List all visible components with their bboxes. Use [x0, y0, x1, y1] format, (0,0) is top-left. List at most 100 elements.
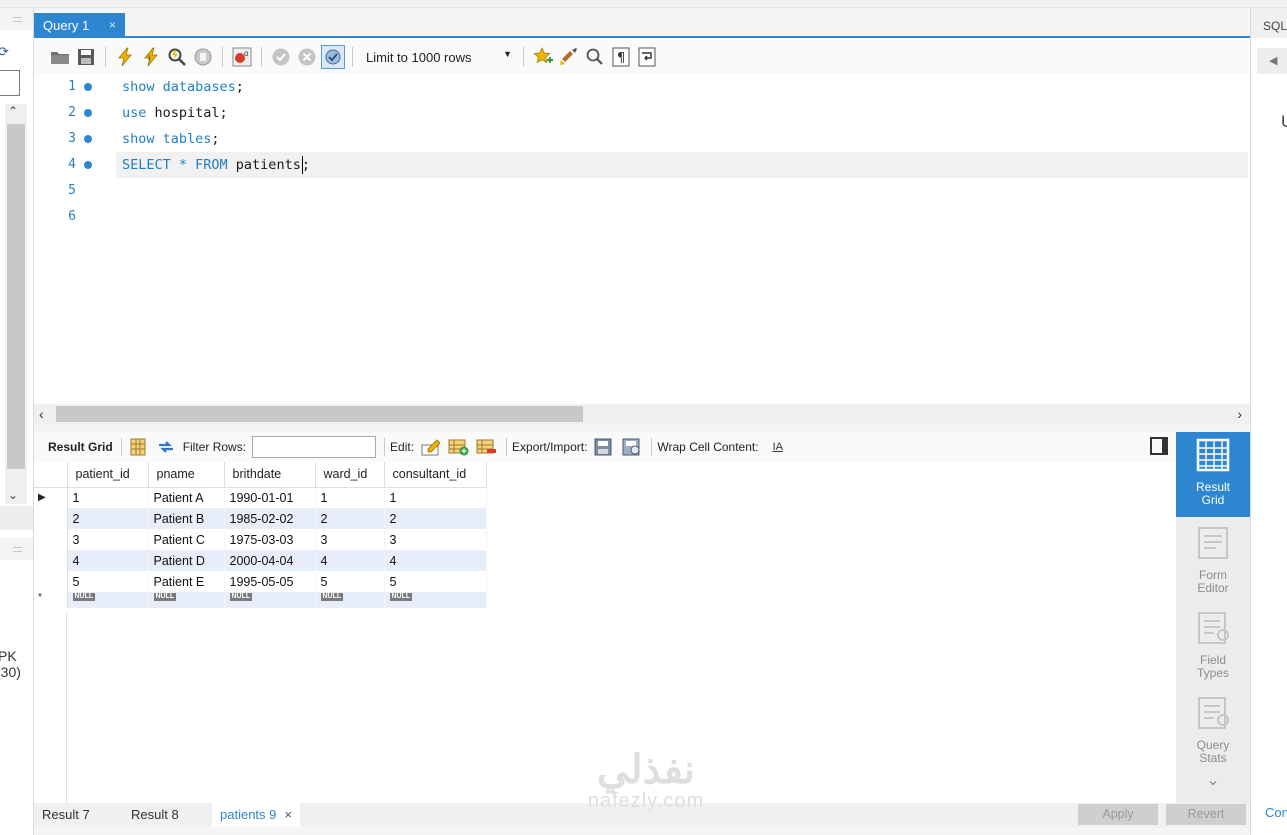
- left-scroll-thumb[interactable]: [7, 124, 25, 469]
- editor-horizontal-scrollbar[interactable]: ‹ ›: [34, 404, 1250, 424]
- autocommit-toggle-icon[interactable]: [321, 45, 345, 69]
- side-field-types-button[interactable]: Field Types: [1176, 607, 1250, 687]
- commit-check-icon[interactable]: [269, 45, 293, 69]
- chevron-up-icon[interactable]: ⌃: [8, 104, 18, 118]
- delete-row-icon[interactable]: [476, 436, 498, 458]
- table-row[interactable]: 2 Patient B 1985-02-02 2 2: [34, 508, 487, 529]
- table-cell[interactable]: 2000-04-04: [224, 550, 316, 571]
- revert-button[interactable]: Revert: [1166, 804, 1246, 825]
- table-cell[interactable]: NULL: [148, 592, 225, 608]
- editor-line[interactable]: 1 show databases;: [34, 74, 1250, 100]
- wrap-cell-toggle-icon[interactable]: IA: [773, 441, 783, 453]
- table-cell[interactable]: Patient A: [148, 487, 225, 508]
- tab-patients-9[interactable]: patients 9 ×: [212, 803, 300, 827]
- table-cell[interactable]: 3: [384, 529, 487, 550]
- tab-query-1[interactable]: Query 1 ×: [34, 13, 125, 38]
- toggle-side-panel-icon[interactable]: [1150, 437, 1168, 455]
- new-row[interactable]: * NULL NULL NULL NULL NULL: [34, 592, 487, 608]
- apply-button[interactable]: Apply: [1078, 804, 1158, 825]
- table-cell[interactable]: 2: [67, 508, 149, 529]
- left-search-input[interactable]: [0, 70, 20, 96]
- table-row[interactable]: 4 Patient D 2000-04-04 4 4: [34, 550, 487, 571]
- editor-line-active[interactable]: 4 SELECT * FROM patients;: [34, 152, 1250, 178]
- scroll-thumb[interactable]: [56, 406, 583, 422]
- sql-editor[interactable]: 1 show databases; 2 use hospital; 3 show…: [34, 74, 1250, 404]
- table-cell[interactable]: 2: [384, 508, 487, 529]
- table-cell[interactable]: 5: [67, 571, 149, 592]
- editor-line[interactable]: 5: [34, 178, 1250, 204]
- table-cell[interactable]: 2: [315, 508, 385, 529]
- table-cell[interactable]: Patient D: [148, 550, 225, 571]
- table-cell[interactable]: 4: [315, 550, 385, 571]
- limit-rows-select[interactable]: Limit to 1000 rows ▼: [360, 46, 516, 68]
- chevron-down-icon[interactable]: ⌄: [8, 488, 18, 502]
- table-cell[interactable]: NULL: [315, 592, 385, 608]
- find-magnifier-icon[interactable]: [583, 45, 607, 69]
- table-cell[interactable]: 1995-05-05: [224, 571, 316, 592]
- explain-magnifier-icon[interactable]: [165, 45, 189, 69]
- filter-rows-input[interactable]: [252, 436, 377, 458]
- save-icon[interactable]: [74, 45, 98, 69]
- toggle-error-icon[interactable]: o: [230, 45, 254, 69]
- table-cell[interactable]: 4: [67, 550, 149, 571]
- table-row[interactable]: ▶ 1 Patient A 1990-01-01 1 1: [34, 487, 487, 508]
- grid-layout-icon[interactable]: [127, 436, 149, 458]
- insert-row-icon[interactable]: [448, 436, 470, 458]
- export-icon[interactable]: [593, 436, 615, 458]
- editor-line[interactable]: 2 use hospital;: [34, 100, 1250, 126]
- table-row[interactable]: 5 Patient E 1995-05-05 5 5: [34, 571, 487, 592]
- table-cell[interactable]: 4: [384, 550, 487, 571]
- right-panel-nav-back-icon[interactable]: ◀: [1257, 48, 1287, 74]
- scroll-left-icon[interactable]: ‹: [39, 404, 44, 424]
- column-header[interactable]: ward_id: [315, 462, 385, 488]
- table-cell[interactable]: 3: [315, 529, 385, 550]
- table-cell[interactable]: 5: [384, 571, 487, 592]
- editor-line[interactable]: 6: [34, 204, 1250, 230]
- table-cell[interactable]: Patient B: [148, 508, 225, 529]
- table-cell[interactable]: 1990-01-01: [224, 487, 316, 508]
- table-cell[interactable]: NULL: [384, 592, 487, 608]
- import-icon[interactable]: [621, 436, 643, 458]
- table-cell[interactable]: NULL: [224, 592, 316, 608]
- table-cell[interactable]: 1975-03-03: [224, 529, 316, 550]
- panel-grip[interactable]: ::::::: [0, 8, 33, 30]
- column-header[interactable]: pname: [148, 462, 225, 488]
- invisible-chars-icon[interactable]: ¶: [609, 45, 633, 69]
- right-panel-header[interactable]: SQL: [1251, 8, 1287, 38]
- table-row[interactable]: 3 Patient C 1975-03-03 3 3: [34, 529, 487, 550]
- column-header[interactable]: consultant_id: [384, 462, 487, 488]
- table-cell[interactable]: NULL: [67, 592, 149, 608]
- side-query-stats-button[interactable]: Query Stats: [1176, 692, 1250, 772]
- add-snippet-star-icon[interactable]: [531, 45, 555, 69]
- table-cell[interactable]: Patient C: [148, 529, 225, 550]
- edit-row-icon[interactable]: [420, 436, 442, 458]
- close-icon[interactable]: ×: [284, 807, 292, 822]
- open-folder-icon[interactable]: [48, 45, 72, 69]
- table-cell[interactable]: Patient E: [148, 571, 225, 592]
- tab-result-8[interactable]: Result 8: [131, 803, 179, 827]
- editor-line[interactable]: 3 show tables;: [34, 126, 1250, 152]
- tab-result-7[interactable]: Result 7: [42, 803, 90, 827]
- stop-icon[interactable]: [191, 45, 215, 69]
- column-header[interactable]: brithdate: [224, 462, 316, 488]
- side-form-editor-button[interactable]: Form Editor: [1176, 522, 1250, 602]
- table-cell[interactable]: 1: [67, 487, 149, 508]
- panel-divider[interactable]: [34, 424, 1250, 432]
- word-wrap-icon[interactable]: [635, 45, 659, 69]
- table-cell[interactable]: 5: [315, 571, 385, 592]
- rollback-x-icon[interactable]: [295, 45, 319, 69]
- table-cell[interactable]: 3: [67, 529, 149, 550]
- panel-grip-2[interactable]: ::::::: [0, 538, 33, 560]
- refresh-icon[interactable]: [155, 436, 177, 458]
- sync-icon[interactable]: ⟳: [0, 44, 9, 60]
- beautify-broom-icon[interactable]: [557, 45, 581, 69]
- execute-lightning-icon[interactable]: [113, 45, 137, 69]
- side-result-grid-button[interactable]: Result Grid: [1176, 432, 1250, 517]
- close-icon[interactable]: ×: [109, 13, 116, 38]
- execute-current-icon[interactable]: I: [139, 45, 163, 69]
- right-panel-link[interactable]: Con: [1265, 805, 1287, 820]
- scroll-right-icon[interactable]: ›: [1237, 404, 1242, 424]
- table-cell[interactable]: 1985-02-02: [224, 508, 316, 529]
- table-cell[interactable]: 1: [384, 487, 487, 508]
- table-cell[interactable]: 1: [315, 487, 385, 508]
